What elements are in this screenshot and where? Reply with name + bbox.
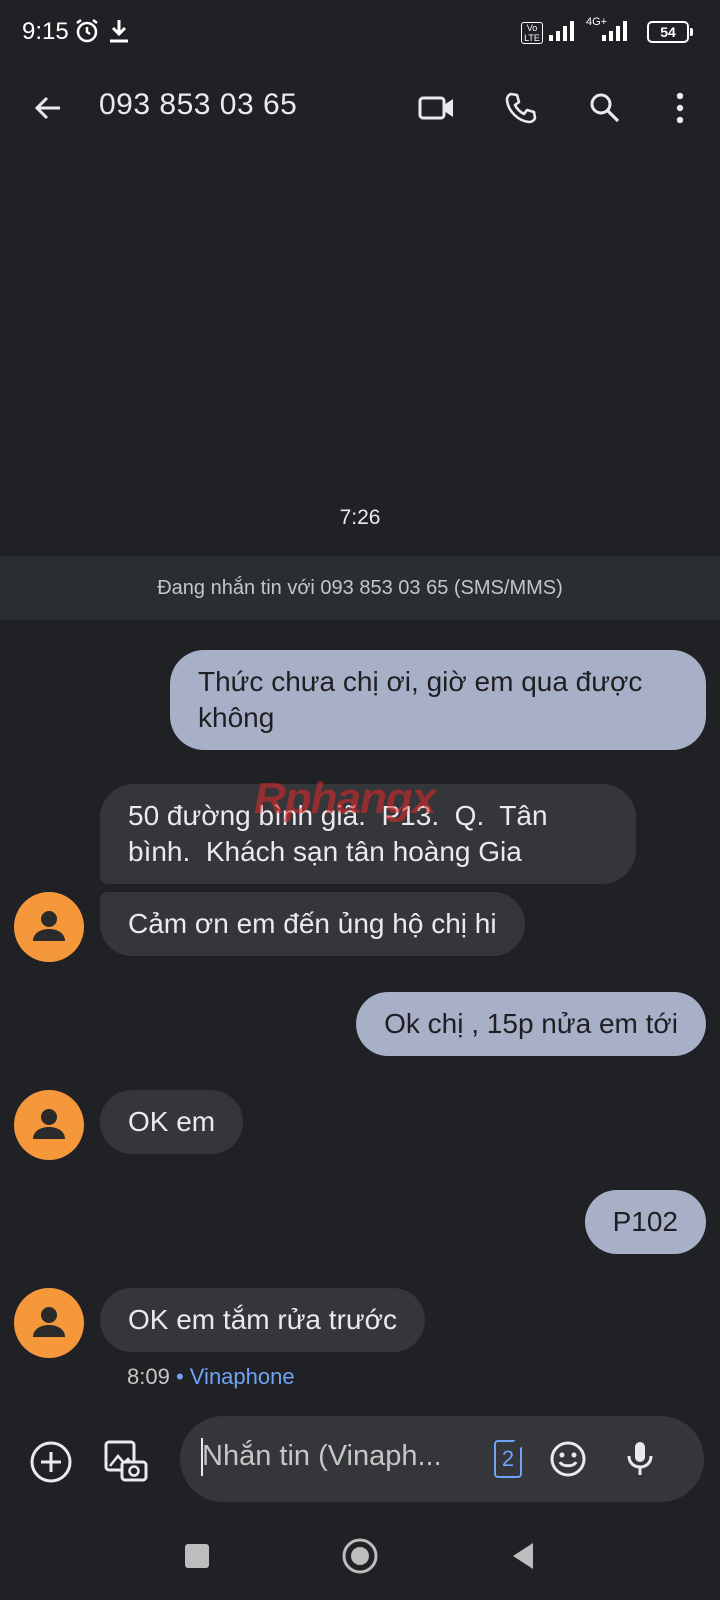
contact-avatar[interactable] bbox=[14, 892, 84, 962]
message-time: 8:09 bbox=[127, 1364, 170, 1389]
emoji-button[interactable] bbox=[544, 1435, 592, 1483]
sim-selector[interactable]: 2 bbox=[494, 1440, 522, 1478]
contact-title: 093 853 03 65 bbox=[99, 88, 298, 121]
back-button[interactable] bbox=[24, 84, 72, 132]
contact-avatar[interactable] bbox=[14, 1288, 84, 1358]
meta-separator: • bbox=[175, 1364, 184, 1389]
phone-icon bbox=[505, 92, 537, 124]
message-bubble-incoming[interactable]: OK em bbox=[100, 1090, 244, 1154]
person-icon bbox=[33, 1307, 65, 1337]
carrier-label: Vinaphone bbox=[189, 1364, 295, 1389]
microphone-icon bbox=[627, 1442, 653, 1475]
message-bubble-incoming[interactable]: Cảm ơn em đến ủng hộ chị hi bbox=[100, 892, 525, 956]
person-icon bbox=[33, 1109, 65, 1139]
voice-input-button[interactable] bbox=[616, 1435, 664, 1483]
square-icon bbox=[185, 1544, 209, 1568]
message-bubble-outgoing[interactable]: Thức chưa chị ơi, giờ em qua được không bbox=[170, 650, 706, 750]
signal-icon-1 bbox=[548, 17, 580, 48]
back-nav-button[interactable] bbox=[499, 1532, 547, 1580]
person-icon bbox=[33, 911, 65, 941]
message-bubble-outgoing[interactable]: P102 bbox=[584, 1190, 706, 1254]
gallery-button[interactable] bbox=[98, 1434, 154, 1490]
conversation-info-banner: Đang nhắn tin với 093 853 03 65 (SMS/MMS… bbox=[0, 556, 720, 620]
home-button[interactable] bbox=[336, 1532, 384, 1580]
message-input[interactable]: Nhắn tin (Vinaph... bbox=[202, 1440, 472, 1473]
download-icon bbox=[108, 17, 130, 50]
contact-avatar[interactable] bbox=[14, 1090, 84, 1160]
emoji-icon bbox=[550, 1441, 586, 1477]
add-circle-icon bbox=[30, 1441, 72, 1483]
triangle-back-icon bbox=[513, 1543, 533, 1569]
voice-call-button[interactable] bbox=[497, 84, 545, 132]
back-arrow-icon bbox=[34, 96, 60, 120]
more-vert-icon bbox=[676, 92, 684, 124]
signal-icon-2 bbox=[598, 17, 632, 48]
message-bubble-incoming[interactable]: OK em tắm rửa trước bbox=[100, 1288, 425, 1352]
photo-camera-icon bbox=[104, 1440, 148, 1482]
message-bubble-outgoing[interactable]: Ok chị , 15p nửa em tới bbox=[356, 992, 706, 1056]
attach-button[interactable] bbox=[23, 1434, 79, 1490]
volte-icon: Vo LTE bbox=[521, 22, 543, 44]
time-separator: 7:26 bbox=[339, 506, 381, 529]
home-circle-icon bbox=[342, 1538, 378, 1574]
recents-button[interactable] bbox=[173, 1532, 221, 1580]
search-icon bbox=[590, 93, 620, 123]
message-meta: 8:09 • Vinaphone bbox=[127, 1364, 295, 1390]
watermark-text: Rphangx bbox=[254, 774, 436, 823]
video-call-button[interactable] bbox=[413, 84, 461, 132]
video-camera-icon bbox=[418, 96, 453, 120]
status-bar: 9:15 Vo LTE 4G+ 54 bbox=[0, 0, 720, 64]
search-button[interactable] bbox=[581, 84, 629, 132]
status-time: 9:15 bbox=[22, 18, 69, 45]
battery-indicator: 54 bbox=[647, 21, 693, 43]
message-compose-field[interactable]: Nhắn tin (Vinaph... 2 bbox=[180, 1416, 704, 1502]
more-options-button[interactable] bbox=[656, 84, 704, 132]
alarm-icon bbox=[74, 17, 100, 50]
